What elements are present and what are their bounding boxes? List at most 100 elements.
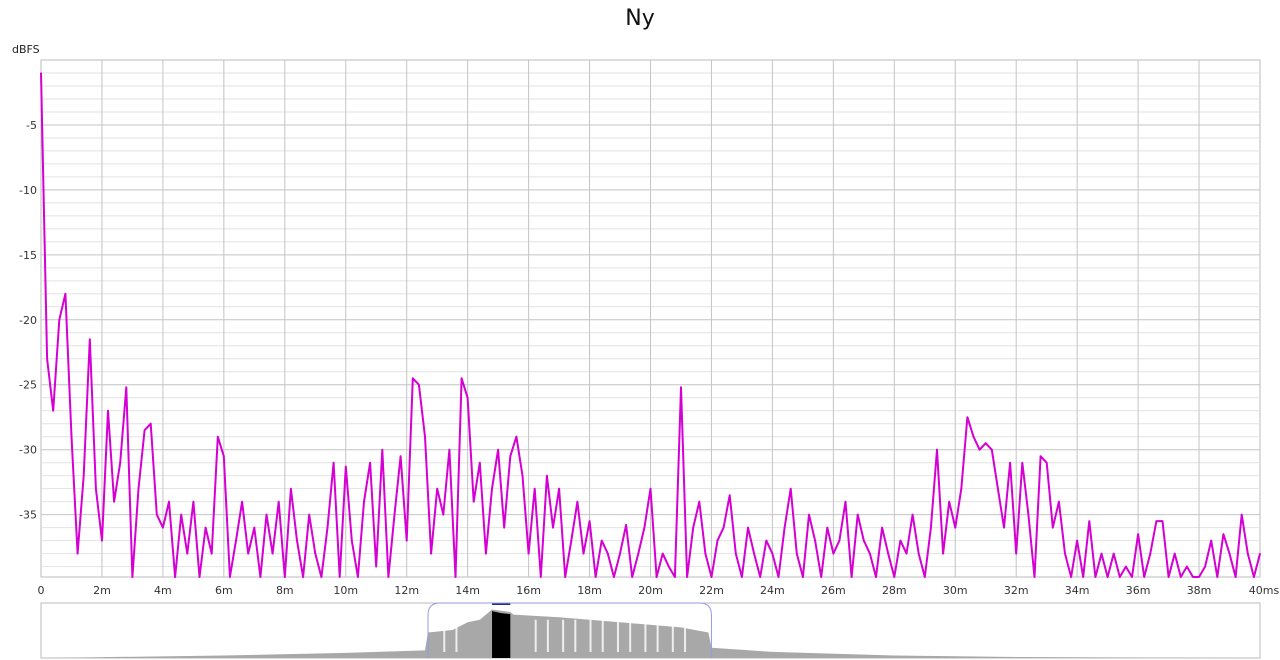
data-point xyxy=(399,455,402,457)
data-point xyxy=(497,448,499,451)
overview-gap xyxy=(644,619,647,652)
data-point xyxy=(564,576,566,578)
data-point xyxy=(1088,520,1091,522)
data-point xyxy=(802,576,804,578)
data-point xyxy=(1112,552,1115,555)
overview-gap xyxy=(656,619,659,652)
data-point xyxy=(70,435,73,438)
data-point xyxy=(1210,539,1213,542)
data-point xyxy=(351,539,353,542)
data-point xyxy=(1234,576,1237,578)
data-point xyxy=(1064,552,1066,555)
data-point xyxy=(850,576,853,578)
data-point xyxy=(966,416,969,419)
data-point xyxy=(174,576,176,578)
overview-selection xyxy=(492,611,511,658)
data-point xyxy=(332,461,335,464)
data-point xyxy=(741,576,743,578)
data-point xyxy=(40,72,42,74)
data-point xyxy=(302,576,304,578)
data-point xyxy=(149,422,152,425)
data-point xyxy=(375,565,378,568)
data-point xyxy=(1100,552,1103,555)
data-point xyxy=(722,526,725,529)
data-point xyxy=(235,539,237,542)
data-point xyxy=(58,318,61,321)
data-point xyxy=(125,386,128,389)
data-point xyxy=(1143,576,1145,578)
x-tick-label: 10m xyxy=(333,584,358,597)
data-point xyxy=(1070,576,1072,578)
data-point xyxy=(759,576,762,578)
data-point xyxy=(418,383,420,386)
data-point xyxy=(168,500,170,503)
data-point xyxy=(539,576,542,578)
data-point xyxy=(265,513,268,516)
data-point xyxy=(960,487,963,490)
x-tick-label: 16m xyxy=(516,584,541,597)
data-point xyxy=(728,494,731,496)
data-point xyxy=(552,526,554,529)
data-point xyxy=(1094,576,1097,578)
x-tick-label: 20m xyxy=(638,584,663,597)
data-point xyxy=(661,552,664,555)
data-point xyxy=(1045,461,1048,464)
data-point xyxy=(570,539,573,542)
y-tick-label: -25 xyxy=(19,379,37,392)
x-tick-label: 8m xyxy=(276,584,294,597)
data-point xyxy=(1173,552,1176,555)
data-point xyxy=(344,465,347,468)
data-point xyxy=(1222,533,1225,535)
data-point xyxy=(296,539,298,542)
data-point xyxy=(64,293,67,295)
data-point xyxy=(887,552,890,555)
x-tick-label: 40ms xyxy=(1249,584,1280,597)
data-point xyxy=(101,539,103,542)
data-point xyxy=(229,576,231,578)
data-point xyxy=(893,576,896,578)
data-point xyxy=(533,487,536,490)
data-point xyxy=(716,539,719,542)
data-point xyxy=(1253,576,1255,578)
data-point xyxy=(942,552,944,555)
data-point xyxy=(948,500,950,503)
data-point xyxy=(259,576,262,578)
x-tick-label: 24m xyxy=(760,584,785,597)
data-point xyxy=(594,576,597,578)
x-tick-label: 6m xyxy=(215,584,233,597)
data-point xyxy=(930,526,932,529)
data-point xyxy=(95,487,97,490)
data-point xyxy=(869,552,871,555)
data-point xyxy=(156,513,158,516)
data-point xyxy=(972,435,975,438)
data-point xyxy=(1149,552,1152,555)
data-point xyxy=(1015,552,1017,555)
data-point xyxy=(905,552,908,555)
data-point xyxy=(1240,513,1243,516)
data-point xyxy=(838,539,841,542)
data-point xyxy=(1192,576,1194,578)
x-tick-label: 22m xyxy=(699,584,724,597)
data-point xyxy=(1198,576,1200,578)
data-point xyxy=(984,442,987,445)
data-point xyxy=(1228,552,1231,555)
data-point xyxy=(485,552,487,555)
data-point xyxy=(1119,576,1121,578)
data-point xyxy=(747,526,749,529)
data-point xyxy=(186,552,189,555)
data-point xyxy=(430,552,432,555)
data-point xyxy=(1216,576,1219,578)
data-point xyxy=(686,576,688,578)
data-point xyxy=(515,435,518,438)
data-point xyxy=(198,576,201,578)
y-tick-label: -5 xyxy=(26,119,37,132)
x-tick-label: 0 xyxy=(38,584,45,597)
data-point xyxy=(795,552,798,555)
data-point xyxy=(1058,500,1060,503)
data-point xyxy=(655,576,658,578)
x-tick-label: 36m xyxy=(1126,584,1151,597)
overview-navigator[interactable] xyxy=(40,602,1261,659)
data-point xyxy=(338,576,341,578)
data-point xyxy=(454,576,457,578)
data-point xyxy=(320,576,323,578)
